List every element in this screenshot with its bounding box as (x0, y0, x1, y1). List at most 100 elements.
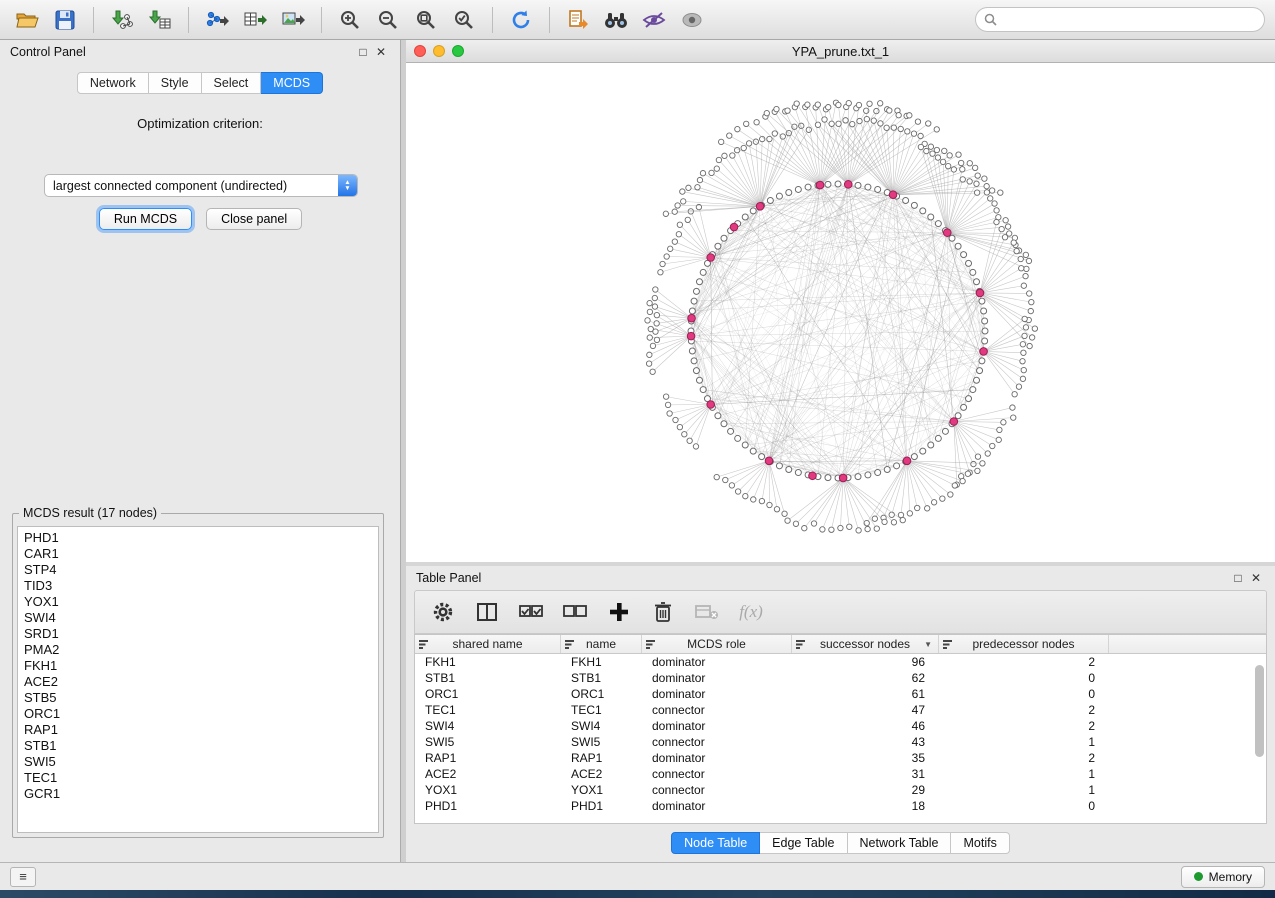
tab-network[interactable]: Network (77, 72, 149, 94)
mcds-node-item[interactable]: YOX1 (24, 594, 378, 610)
refresh-layout-icon[interactable] (504, 5, 538, 35)
close-panel-icon[interactable]: ✕ (372, 45, 390, 59)
mcds-node-item[interactable]: STP4 (24, 562, 378, 578)
network-graph[interactable] (406, 63, 1275, 561)
table-cell[interactable]: dominator (642, 686, 792, 702)
table-settings-gear-icon[interactable] (429, 598, 457, 626)
table-cell[interactable]: TEC1 (561, 702, 642, 718)
zoom-out-icon[interactable] (371, 5, 405, 35)
mcds-node-item[interactable]: PMA2 (24, 642, 378, 658)
table-row[interactable]: PHD1PHD1dominator180 (415, 798, 1266, 814)
table-cell[interactable]: 0 (939, 686, 1109, 702)
table-cell[interactable]: 61 (792, 686, 939, 702)
add-column-icon[interactable] (605, 598, 633, 626)
tab-select[interactable]: Select (202, 72, 262, 94)
optimization-criterion-dropdown[interactable]: largest connected component (undirected)… (44, 174, 358, 197)
tab-node-table[interactable]: Node Table (671, 832, 760, 854)
mcds-node-item[interactable]: STB5 (24, 690, 378, 706)
table-cell[interactable]: PHD1 (415, 798, 561, 814)
column-header-predecessor-nodes[interactable]: predecessor nodes (939, 635, 1109, 653)
table-cell[interactable]: connector (642, 766, 792, 782)
table-row[interactable]: SWI5SWI5connector431 (415, 734, 1266, 750)
mcds-node-item[interactable]: CAR1 (24, 546, 378, 562)
table-cell[interactable]: 31 (792, 766, 939, 782)
tab-network-table[interactable]: Network Table (848, 832, 952, 854)
table-row[interactable]: FKH1FKH1dominator962 (415, 654, 1266, 670)
mcds-node-item[interactable]: SRD1 (24, 626, 378, 642)
open-file-icon[interactable] (10, 5, 44, 35)
mcds-node-item[interactable]: ACE2 (24, 674, 378, 690)
mcds-node-item[interactable]: RAP1 (24, 722, 378, 738)
mcds-node-item[interactable]: FKH1 (24, 658, 378, 674)
table-row[interactable]: RAP1RAP1dominator352 (415, 750, 1266, 766)
mcds-node-item[interactable]: PHD1 (24, 530, 378, 546)
memory-button[interactable]: Memory (1181, 866, 1265, 888)
table-cell[interactable]: 2 (939, 702, 1109, 718)
eye-slash-icon[interactable] (637, 5, 671, 35)
table-cell[interactable]: 18 (792, 798, 939, 814)
copy-network-icon[interactable] (561, 5, 595, 35)
table-row[interactable]: ORC1ORC1dominator610 (415, 686, 1266, 702)
table-cell[interactable]: connector (642, 734, 792, 750)
table-cell[interactable]: STB1 (561, 670, 642, 686)
table-cell[interactable]: 46 (792, 718, 939, 734)
table-cell[interactable]: 43 (792, 734, 939, 750)
table-cell[interactable]: connector (642, 782, 792, 798)
table-cell[interactable]: dominator (642, 798, 792, 814)
table-cell[interactable]: 2 (939, 718, 1109, 734)
table-cell[interactable]: TEC1 (415, 702, 561, 718)
table-row[interactable]: TEC1TEC1connector472 (415, 702, 1266, 718)
table-cell[interactable]: dominator (642, 654, 792, 670)
table-cell[interactable]: 0 (939, 798, 1109, 814)
tab-style[interactable]: Style (149, 72, 202, 94)
export-table-icon[interactable] (238, 5, 272, 35)
table-cell[interactable]: YOX1 (415, 782, 561, 798)
table-cell[interactable]: FKH1 (415, 654, 561, 670)
search-input[interactable] (1002, 13, 1256, 27)
table-cell[interactable]: SWI5 (561, 734, 642, 750)
column-header-name[interactable]: name (561, 635, 642, 653)
show-columns-icon[interactable] (473, 598, 501, 626)
table-cell[interactable]: dominator (642, 670, 792, 686)
table-cell[interactable]: SWI4 (561, 718, 642, 734)
column-header-shared-name[interactable]: shared name (415, 635, 561, 653)
table-cell[interactable]: 0 (939, 670, 1109, 686)
table-cell[interactable]: ACE2 (561, 766, 642, 782)
table-cell[interactable]: 1 (939, 782, 1109, 798)
export-network-icon[interactable] (200, 5, 234, 35)
table-cell[interactable]: ORC1 (561, 686, 642, 702)
export-image-icon[interactable] (276, 5, 310, 35)
mcds-node-item[interactable]: SWI5 (24, 754, 378, 770)
zoom-in-icon[interactable] (333, 5, 367, 35)
zoom-selected-icon[interactable] (447, 5, 481, 35)
table-cell[interactable]: 35 (792, 750, 939, 766)
tab-mcds[interactable]: MCDS (261, 72, 323, 94)
float-panel-icon[interactable]: □ (354, 45, 372, 59)
import-table-from-file-icon[interactable] (143, 5, 177, 35)
zoom-fit-icon[interactable] (409, 5, 443, 35)
table-cell[interactable]: 29 (792, 782, 939, 798)
table-cell[interactable]: 2 (939, 750, 1109, 766)
table-cell[interactable]: RAP1 (415, 750, 561, 766)
tab-motifs[interactable]: Motifs (951, 832, 1009, 854)
eye-icon[interactable] (675, 5, 709, 35)
table-cell[interactable]: 1 (939, 734, 1109, 750)
table-cell[interactable]: ORC1 (415, 686, 561, 702)
close-panel-button[interactable]: Close panel (206, 208, 302, 230)
select-all-rows-icon[interactable] (517, 598, 545, 626)
column-header-MCDS-role[interactable]: MCDS role (642, 635, 792, 653)
import-network-from-file-icon[interactable] (105, 5, 139, 35)
deselect-all-rows-icon[interactable] (561, 598, 589, 626)
table-cell[interactable]: 1 (939, 766, 1109, 782)
scrollbar-thumb[interactable] (1255, 665, 1264, 757)
table-cell[interactable]: FKH1 (561, 654, 642, 670)
table-cell[interactable]: 62 (792, 670, 939, 686)
table-row[interactable]: STB1STB1dominator620 (415, 670, 1266, 686)
mcds-node-item[interactable]: TEC1 (24, 770, 378, 786)
table-cell[interactable]: connector (642, 702, 792, 718)
table-row[interactable]: SWI4SWI4dominator462 (415, 718, 1266, 734)
close-table-panel-icon[interactable]: ✕ (1247, 571, 1265, 585)
task-history-icon[interactable]: ≡ (10, 867, 36, 887)
table-cell[interactable]: SWI4 (415, 718, 561, 734)
network-canvas[interactable] (406, 63, 1275, 562)
